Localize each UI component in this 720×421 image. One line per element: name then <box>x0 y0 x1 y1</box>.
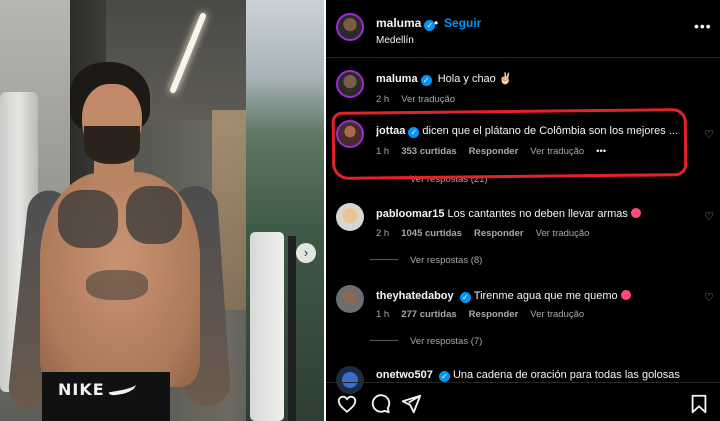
view-replies-link[interactable]: Ver respostas (8) <box>370 255 482 266</box>
comment-likes[interactable]: 277 curtidas <box>401 309 456 320</box>
comment-body: Una cadena de oración para todas las gol… <box>452 369 680 381</box>
photo-window-frame <box>288 236 296 421</box>
next-photo-chevron-icon[interactable]: › <box>296 243 316 263</box>
emoji-icon <box>630 208 641 218</box>
author-username[interactable]: maluma ✓ <box>376 16 436 31</box>
view-replies-link[interactable]: Ver respostas (7) <box>370 336 482 347</box>
comment-username-text: pabloomar15 <box>376 208 445 220</box>
separator-dot: • <box>434 16 439 30</box>
comment-username-text: onetwo507 <box>376 369 433 381</box>
bookmark-icon[interactable] <box>688 393 710 415</box>
avatar[interactable] <box>336 285 364 313</box>
more-options-icon[interactable]: ••• <box>694 18 712 34</box>
photo-tattoo <box>126 186 182 244</box>
reply-button[interactable]: Responder <box>469 309 519 320</box>
post-photo[interactable]: NIKE › <box>0 0 324 421</box>
verified-badge-icon: ✓ <box>438 371 450 382</box>
comment-username[interactable]: maluma <box>376 73 418 85</box>
verified-badge-icon: ✓ <box>420 75 432 86</box>
photo-tattoo <box>86 270 148 300</box>
follow-button[interactable]: Seguir <box>444 16 481 30</box>
comment-username-text: maluma <box>376 73 418 85</box>
see-translation-link[interactable]: Ver tradução <box>401 94 455 105</box>
comments-panel: maluma ✓ • Seguir Medellín ••• maluma ✓ Ho… <box>326 0 720 421</box>
comment-username[interactable]: onetwo507 <box>376 369 433 381</box>
comment-like-heart-icon[interactable]: ♡ <box>704 291 714 304</box>
reply-button[interactable]: Responder <box>474 228 524 239</box>
comment-like-heart-icon[interactable]: ♡ <box>704 128 714 141</box>
red-highlight-annotation <box>331 108 688 180</box>
comment-username-text: theyhatedaboy <box>376 290 454 302</box>
comment-time: 1 h <box>376 309 390 320</box>
photo-tattoo <box>58 190 118 248</box>
comment-time: 2 h <box>376 228 390 239</box>
photo-towel-right <box>250 232 284 421</box>
comment-time: 2 h <box>376 94 390 105</box>
comment-text: theyhatedaboy ✓ Tirenme agua que me quem… <box>376 290 694 303</box>
comment-username[interactable]: pabloomar15 <box>376 208 444 220</box>
comment-text: onetwo507 ✓ Una cadena de oración para t… <box>376 369 694 382</box>
emoji-icon <box>620 290 631 300</box>
comment-likes[interactable]: 1045 curtidas <box>401 228 462 239</box>
comment-meta: 1 h 277 curtidas Responder Ver tradução <box>376 309 596 320</box>
comment-text: pabloomar15 Los cantantes no deben lleva… <box>376 208 694 220</box>
comment-meta: 2 h 1045 curtidas Responder Ver tradução <box>376 228 601 239</box>
avatar[interactable] <box>336 203 364 231</box>
comment-icon[interactable] <box>369 393 391 415</box>
divider-line <box>370 340 398 341</box>
comment-meta: 2 h Ver tradução <box>376 94 467 105</box>
heart-icon[interactable] <box>336 393 358 415</box>
avatar[interactable] <box>336 13 364 41</box>
verified-badge-icon: ✓ <box>459 292 471 303</box>
avatar[interactable] <box>336 70 364 98</box>
comment-body: Hola y chao ✌🏻 <box>437 73 513 85</box>
photo-beard <box>84 126 140 164</box>
post-action-bar <box>326 382 720 421</box>
view-replies-text: Ver respostas (8) <box>410 255 483 266</box>
comment-text: maluma ✓ Hola y chao ✌🏻 <box>376 72 676 86</box>
comment-body: Tirenme agua que me quemo <box>473 290 618 302</box>
see-translation-link[interactable]: Ver tradução <box>530 309 584 320</box>
comment-username[interactable]: theyhatedaboy <box>376 290 454 302</box>
comment-body: Los cantantes no deben llevar armas <box>447 208 628 220</box>
see-translation-link[interactable]: Ver tradução <box>536 228 590 239</box>
divider-line <box>370 259 398 260</box>
view-replies-text: Ver respostas (7) <box>410 336 483 347</box>
share-icon[interactable] <box>400 393 422 415</box>
photo-brand-logo: NIKE <box>58 380 105 399</box>
post-header: maluma ✓ • Seguir Medellín ••• <box>326 0 720 58</box>
author-username-text: maluma <box>376 16 422 30</box>
post-location[interactable]: Medellín <box>376 35 414 46</box>
comment-like-heart-icon[interactable]: ♡ <box>704 210 714 223</box>
